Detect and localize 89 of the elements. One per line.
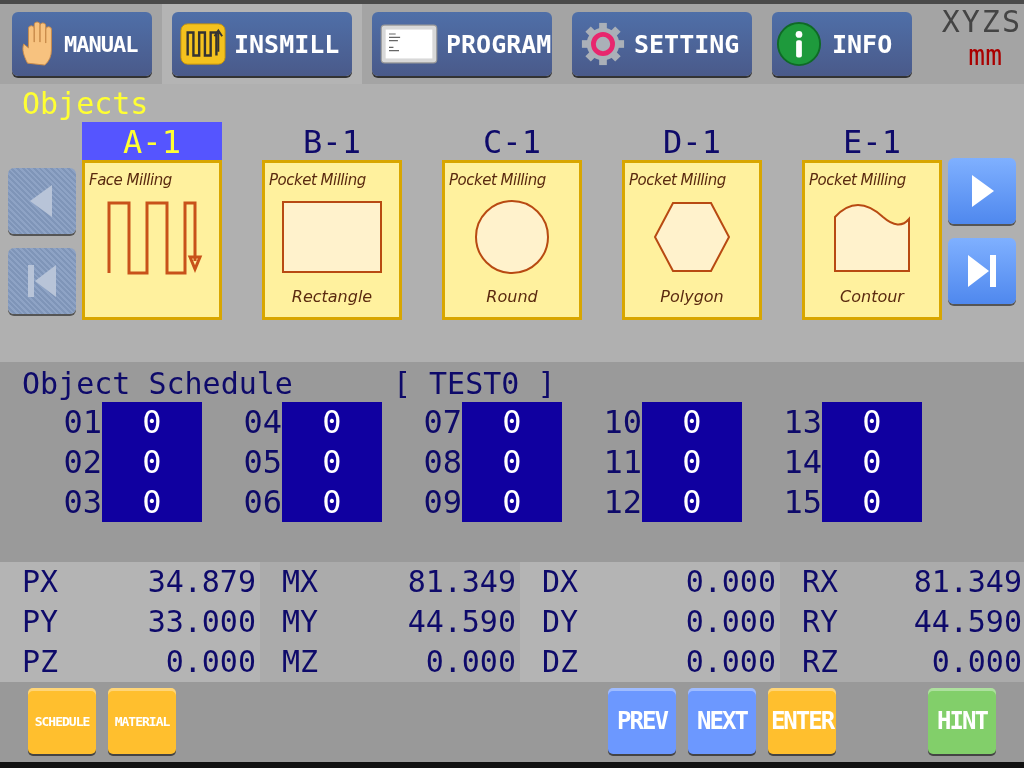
object-label: A-1 [82, 122, 222, 160]
axis-value: 81.349 [407, 563, 516, 601]
axis-value: 81.349 [913, 563, 1022, 601]
slot-number: 09 [422, 482, 462, 522]
slot-number: 13 [782, 402, 822, 442]
operation-label: Pocket Milling [268, 170, 366, 189]
object-card[interactable]: Pocket Milling Contour [802, 160, 942, 320]
slot-value-field[interactable]: 0 [462, 482, 562, 522]
object-card[interactable]: Face Milling [82, 160, 222, 320]
slot-number: 15 [782, 482, 822, 522]
axis-value: 33.000 [147, 603, 256, 641]
axis-value: 0.000 [685, 563, 776, 601]
info-icon [776, 21, 822, 67]
axes-label: XYZS [941, 4, 1022, 39]
slot-number: 07 [422, 402, 462, 442]
axis-name: MX [282, 563, 319, 601]
shape-label: Rectangle [291, 287, 373, 306]
shape-label: Contour [840, 287, 904, 306]
axis-value: 34.879 [147, 563, 256, 601]
next-button[interactable] [948, 158, 1016, 224]
slot-value-field[interactable]: 0 [642, 482, 742, 522]
slot-number: 03 [62, 482, 102, 522]
axis-name: DX [542, 563, 579, 601]
slot-value-field[interactable]: 0 [822, 442, 922, 482]
tab[interactable]: PROGRAM [372, 12, 552, 76]
operation-label: Pocket Milling [448, 170, 546, 189]
axis-name: PY [22, 603, 59, 641]
axis-name: MY [282, 603, 319, 641]
slot-number: 04 [242, 402, 282, 442]
object-label: E-1 [842, 122, 902, 160]
object-label: C-1 [482, 122, 542, 160]
document-window-icon [380, 24, 438, 64]
tab[interactable]: INSMILL [172, 12, 352, 76]
slot-value-field[interactable]: 0 [282, 482, 382, 522]
axis-name: RY [802, 603, 839, 641]
zigzag-icon [180, 21, 226, 67]
axis-name: RZ [802, 643, 839, 681]
axis-name: DY [542, 603, 579, 641]
slot-value-field[interactable]: 0 [102, 442, 202, 482]
slot-number: 05 [242, 442, 282, 482]
slot-value-field[interactable]: 0 [642, 402, 742, 442]
settings-icon [580, 21, 626, 67]
object-label: B-1 [302, 122, 362, 160]
slot-number: 08 [422, 442, 462, 482]
unit-label: mm [968, 39, 1002, 72]
tab[interactable]: INFO [772, 12, 912, 76]
shape-label: Polygon [660, 287, 724, 306]
axis-value: 44.590 [913, 603, 1022, 641]
object-card[interactable]: Pocket Milling Rectangle [262, 160, 402, 320]
object-label: D-1 [662, 122, 722, 160]
slot-value-field[interactable]: 0 [282, 402, 382, 442]
tab[interactable]: MANUAL [12, 12, 152, 76]
slot-value-field[interactable]: 0 [462, 402, 562, 442]
tab[interactable]: SETTING [572, 12, 752, 76]
slot-value-field[interactable]: 0 [642, 442, 742, 482]
slot-value-field[interactable]: 0 [462, 442, 562, 482]
section-title: Objects [21, 86, 150, 122]
axis-value: 0.000 [685, 643, 776, 681]
axis-name: RX [802, 563, 839, 601]
last-page-button[interactable] [948, 238, 1016, 304]
slot-number: 11 [602, 442, 642, 482]
axis-name: DZ [542, 643, 579, 681]
slot-number: 12 [602, 482, 642, 522]
slot-number: 01 [62, 402, 102, 442]
axis-name: MZ [282, 643, 319, 681]
slot-number: 02 [62, 442, 102, 482]
shape-label: Round [486, 287, 538, 306]
section-title: Object Schedule [22, 366, 293, 402]
slot-value-field[interactable]: 0 [822, 482, 922, 522]
slot-number: 14 [782, 442, 822, 482]
object-card[interactable]: Pocket Milling Round [442, 160, 582, 320]
program-name: [ TEST0 ] [392, 366, 556, 402]
axis-value: 44.590 [407, 603, 516, 641]
slot-value-field[interactable]: 0 [102, 402, 202, 442]
axis-value: 0.000 [685, 603, 776, 641]
object-card[interactable]: Pocket Milling Polygon [622, 160, 762, 320]
operation-label: Pocket Milling [808, 170, 906, 189]
operation-label: Pocket Milling [628, 170, 726, 189]
slot-value-field[interactable]: 0 [822, 402, 922, 442]
axis-name: PX [22, 563, 59, 601]
axis-name: PZ [22, 643, 59, 681]
slot-number: 10 [602, 402, 642, 442]
axis-value: 0.000 [425, 643, 516, 681]
axis-value: 0.000 [931, 643, 1022, 681]
slot-value-field[interactable]: 0 [282, 442, 382, 482]
slot-value-field[interactable]: 0 [102, 482, 202, 522]
axis-value: 0.000 [165, 643, 256, 681]
operation-label: Face Milling [88, 170, 172, 189]
slot-number: 06 [242, 482, 282, 522]
